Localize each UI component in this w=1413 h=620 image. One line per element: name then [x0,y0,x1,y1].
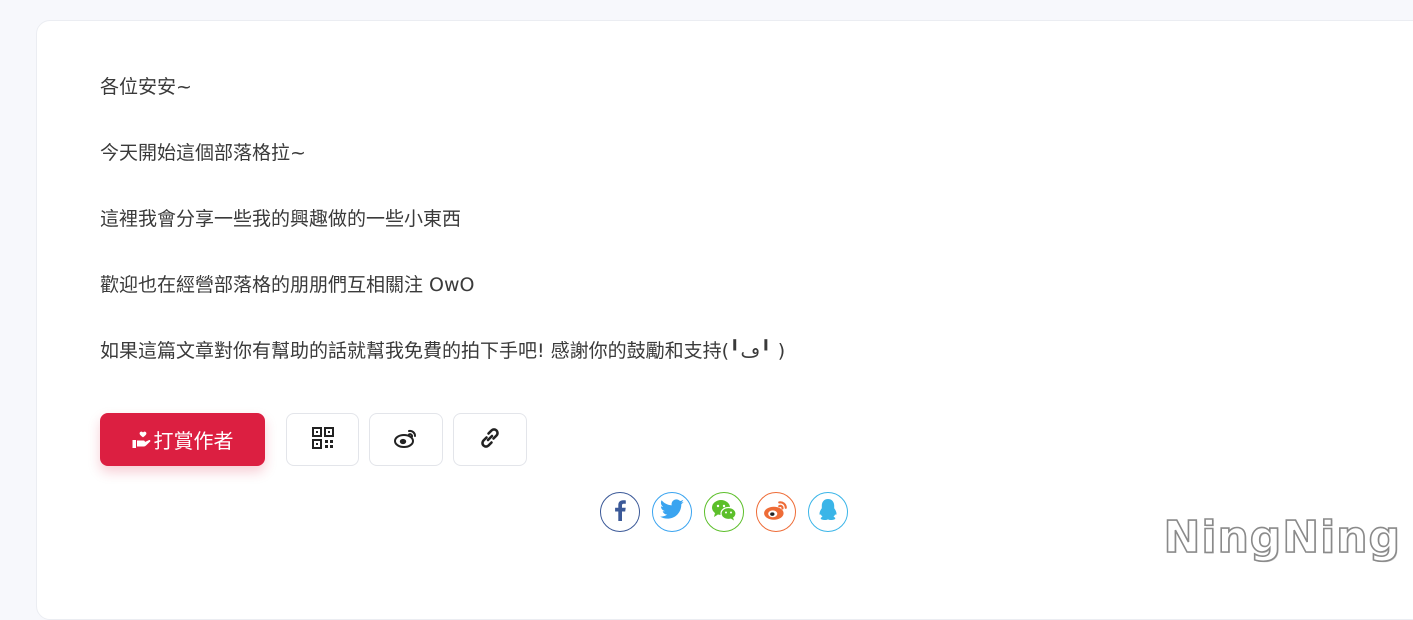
reward-author-label: 打賞作者 [154,425,234,454]
share-buttons [600,492,860,532]
link-icon [477,425,503,455]
paragraph-sharing: 這裡我會分享一些我的興趣做的一些小東西 [100,204,1200,234]
paragraph-support: 如果這篇文章對你有幫助的話就幫我免費的拍下手吧! 感謝你的鼓勵和支持(╹ڡ╹ ) [100,336,1200,366]
weibo-button[interactable] [369,413,443,466]
qrcode-button[interactable] [286,413,359,466]
reward-author-button[interactable]: 打賞作者 [100,413,265,466]
post-actions: 打賞作者 [100,413,527,466]
share-qq-button[interactable] [808,492,848,532]
watermark-logo: NingNing [1164,512,1401,563]
facebook-icon [613,499,627,525]
copy-link-button[interactable] [453,413,527,466]
qq-icon [818,498,838,526]
wechat-icon [711,499,737,525]
paragraph-greeting: 各位安安~ [100,72,1200,102]
twitter-icon [659,499,685,525]
weibo-icon [763,499,789,525]
share-twitter-button[interactable] [652,492,692,532]
share-weibo-button[interactable] [756,492,796,532]
share-wechat-button[interactable] [704,492,744,532]
paragraph-follow: 歡迎也在經營部落格的朋朋們互相關注 OwO [100,270,1200,300]
qrcode-icon [312,427,334,453]
share-facebook-button[interactable] [600,492,640,532]
hand-holding-heart-icon [132,431,152,449]
post-content: 各位安安~ 今天開始這個部落格拉~ 這裡我會分享一些我的興趣做的一些小東西 歡迎… [100,72,1200,402]
weibo-icon [394,428,418,452]
paragraph-blog-start: 今天開始這個部落格拉~ [100,138,1200,168]
